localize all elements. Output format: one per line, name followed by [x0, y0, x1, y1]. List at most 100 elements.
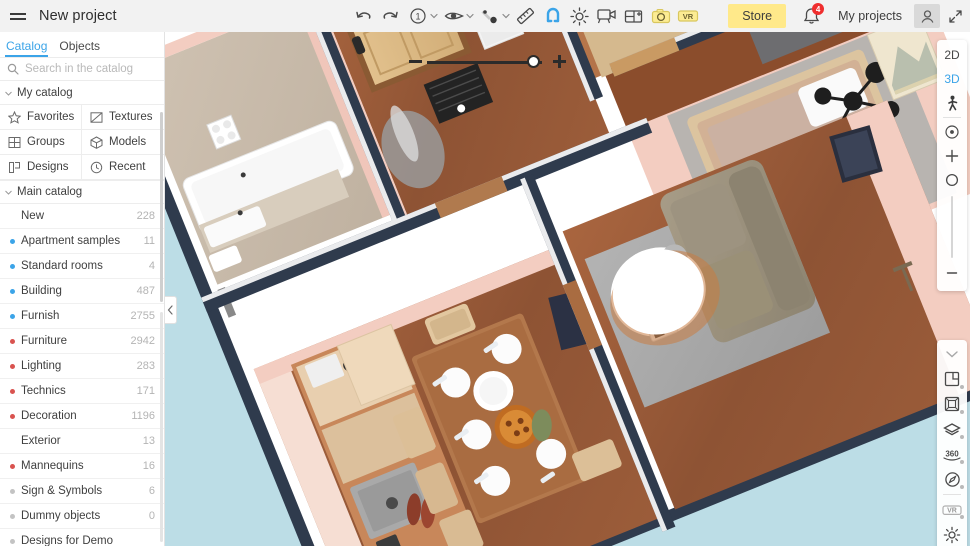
zoom-in-button[interactable]: [938, 144, 966, 168]
chevron-down-icon[interactable]: [938, 342, 966, 367]
catalog-row[interactable]: Exterior 13: [0, 429, 164, 454]
catalog-row[interactable]: Designs for Demo: [0, 529, 164, 546]
app-root: New project 1 VR Store 4 My projects Cat…: [0, 0, 970, 546]
slider-knob[interactable]: [527, 55, 540, 68]
status-dot: [960, 385, 964, 389]
hamburger-menu-icon[interactable]: [10, 10, 26, 22]
sidebar-collapse-button[interactable]: [165, 296, 177, 324]
tab-catalog[interactable]: Catalog: [2, 39, 55, 57]
status-dot: [960, 410, 964, 414]
layers-icon[interactable]: [938, 417, 966, 442]
catalog-row[interactable]: Standard rooms 4: [0, 254, 164, 279]
room-plan-icon[interactable]: [938, 367, 966, 392]
category-color-dot: [10, 513, 15, 519]
settings-gear-icon[interactable]: [938, 522, 966, 546]
catalog-row-label: Lighting: [21, 360, 62, 372]
star-icon: [8, 110, 21, 124]
panorama-360-label: 360: [945, 450, 959, 459]
catalog-row[interactable]: Dummy objects 0: [0, 504, 164, 529]
catalog-row[interactable]: Decoration 1196: [0, 404, 164, 429]
brush-icon[interactable]: [476, 3, 503, 30]
slider-track[interactable]: [427, 61, 542, 64]
section-my-catalog-header[interactable]: My catalog: [0, 81, 164, 104]
catalog-row[interactable]: Technics 171: [0, 379, 164, 404]
catalog-row-label: Mannequins: [21, 460, 84, 472]
eye-chevron-down-icon[interactable]: [465, 3, 474, 30]
catalog-row[interactable]: Sign & Symbols 6: [0, 479, 164, 504]
catalog-row-label: Designs for Demo: [21, 535, 114, 546]
quick-item-label: Models: [109, 136, 147, 148]
undo-icon[interactable]: [350, 3, 377, 30]
video-camera-icon[interactable]: [593, 3, 620, 30]
wall-height-slider[interactable]: [405, 50, 570, 74]
section-my-catalog-label: My catalog: [17, 86, 73, 99]
designs-icon: [9, 161, 20, 173]
floor-plan-3d-render[interactable]: [165, 32, 970, 546]
notifications-button[interactable]: 4: [798, 3, 825, 29]
category-color-dot: [10, 214, 15, 219]
vr-view-icon[interactable]: VR: [938, 497, 966, 522]
tab-objects[interactable]: Objects: [55, 39, 108, 57]
vr-icon[interactable]: VR: [674, 3, 701, 30]
redo-icon[interactable]: [377, 3, 404, 30]
catalog-row[interactable]: Apartment samples 11: [0, 229, 164, 254]
store-button[interactable]: Store: [728, 4, 787, 28]
ruler-icon[interactable]: [512, 3, 539, 30]
catalog-row[interactable]: Furnish 2755: [0, 304, 164, 329]
catalog-row[interactable]: Lighting 283: [0, 354, 164, 379]
panorama-360-icon[interactable]: 360: [938, 442, 966, 467]
main-catalog-list: New 228 Apartment samples 11 Standard rooms 4…: [0, 203, 164, 546]
target-icon[interactable]: [938, 120, 966, 144]
catalog-row-count: 11: [143, 235, 155, 247]
quick-item-favorites[interactable]: Favorites: [0, 105, 82, 130]
walking-person-icon[interactable]: [938, 91, 966, 115]
floor-level-icon[interactable]: 1: [404, 3, 431, 30]
zoom-slider-track[interactable]: [951, 196, 953, 258]
category-color-dot: [10, 338, 15, 344]
quick-item-models[interactable]: Models: [82, 130, 164, 155]
sidebar-scrollbar-track[interactable]: [160, 312, 163, 542]
search-input[interactable]: [25, 63, 155, 75]
catalog-row-count: 6: [148, 485, 155, 497]
vr-label: VR: [947, 507, 957, 514]
view-mode-3d-button[interactable]: 3D: [938, 67, 966, 91]
catalog-row-label: Sign & Symbols: [21, 485, 103, 497]
floor-plan-viewport[interactable]: [165, 32, 970, 546]
catalog-row-count: 0: [148, 510, 155, 522]
status-dot: [960, 515, 964, 519]
compass-icon[interactable]: [938, 467, 966, 492]
user-avatar-icon[interactable]: [914, 4, 940, 28]
floor-level-chevron-down-icon[interactable]: [429, 3, 438, 30]
catalog-search[interactable]: [0, 57, 164, 81]
photo-camera-icon[interactable]: [647, 3, 674, 30]
view-mode-2d-button[interactable]: 2D: [938, 43, 966, 67]
expand-arrows-icon[interactable]: [940, 3, 970, 29]
zoom-out-button[interactable]: [938, 261, 966, 285]
search-icon: [7, 63, 19, 75]
slider-plus-icon[interactable]: [553, 55, 566, 68]
catalog-row[interactable]: Building 487: [0, 279, 164, 304]
panorama-icon[interactable]: [620, 3, 647, 30]
eye-icon[interactable]: [440, 3, 467, 30]
quick-item-recent[interactable]: Recent: [82, 155, 164, 180]
quick-item-designs[interactable]: Designs: [0, 155, 82, 180]
catalog-row[interactable]: Furniture 2942: [0, 329, 164, 354]
catalog-row[interactable]: New 228: [0, 204, 164, 229]
catalog-row[interactable]: Mannequins 16: [0, 454, 164, 479]
quick-item-groups[interactable]: Groups: [0, 130, 82, 155]
box-view-icon[interactable]: [938, 392, 966, 417]
magnet-icon[interactable]: [539, 3, 566, 30]
quick-item-textures[interactable]: Textures: [82, 105, 164, 130]
catalog-row-label: Building: [21, 285, 62, 297]
category-color-dot: [10, 463, 15, 469]
zoom-slider-handle[interactable]: [938, 168, 966, 192]
my-projects-link[interactable]: My projects: [838, 9, 902, 23]
sidebar-scrollbar-thumb[interactable]: [160, 112, 163, 302]
section-main-catalog-header[interactable]: Main catalog: [0, 180, 164, 203]
category-color-dot: [10, 538, 15, 544]
sun-icon[interactable]: [566, 3, 593, 30]
catalog-row-count: 171: [136, 385, 155, 397]
brush-chevron-down-icon[interactable]: [501, 3, 510, 30]
notification-badge: 4: [812, 3, 825, 15]
slider-minus-icon[interactable]: [409, 60, 422, 63]
